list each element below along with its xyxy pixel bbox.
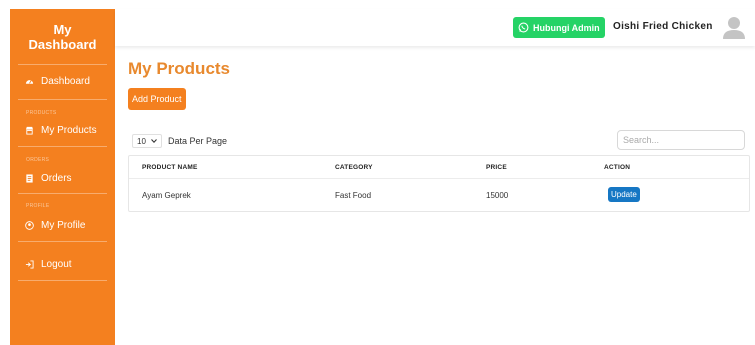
user-circle-icon [25, 221, 34, 230]
sidebar-divider [18, 146, 107, 147]
sidebar-divider [18, 193, 107, 194]
avatar[interactable] [723, 16, 745, 39]
column-header-price: PRICE [486, 164, 507, 171]
add-product-button[interactable]: Add Product [128, 88, 186, 110]
app-root: My Dashboard Dashboard PRODUCTS My Produ… [0, 0, 755, 345]
user-avatar-icon [723, 17, 745, 39]
sidebar-item-dashboard[interactable]: Dashboard [25, 76, 90, 87]
sidebar-item-orders[interactable]: Orders [25, 173, 72, 184]
topbar: Hubungi Admin Oishi Fried Chicken [115, 9, 755, 46]
page-title: My Products [128, 59, 231, 78]
contact-admin-button[interactable]: Hubungi Admin [513, 17, 605, 38]
receipt-icon [25, 174, 34, 183]
per-page-control: 10 Data Per Page [132, 134, 227, 148]
cell-price: 15000 [486, 191, 509, 200]
shop-icon [25, 126, 34, 135]
sidebar-section-products: PRODUCTS [26, 110, 57, 116]
update-button[interactable]: Update [608, 187, 640, 202]
column-header-action: ACTION [604, 164, 631, 171]
cell-product-name: Ayam Geprek [142, 191, 191, 200]
sidebar-divider [18, 99, 107, 100]
products-table: PRODUCT NAME CATEGORY PRICE ACTION Ayam … [128, 155, 750, 212]
sidebar: My Dashboard Dashboard PRODUCTS My Produ… [10, 9, 115, 345]
sidebar-section-orders: ORDERS [26, 157, 50, 163]
whatsapp-icon [518, 22, 529, 33]
search-input[interactable] [617, 130, 745, 150]
shop-name: Oishi Fried Chicken [613, 21, 713, 32]
sidebar-divider [18, 64, 107, 65]
column-header-category: CATEGORY [335, 164, 373, 171]
chevron-down-icon [151, 139, 157, 143]
sidebar-item-logout[interactable]: Logout [25, 259, 72, 270]
table-header-divider [129, 178, 749, 179]
brand-title: My Dashboard [28, 22, 97, 52]
sidebar-item-my-profile[interactable]: My Profile [25, 220, 85, 231]
cell-category: Fast Food [335, 191, 372, 200]
sidebar-divider [18, 280, 107, 281]
logout-icon [25, 260, 34, 269]
sidebar-section-profile: PROFILE [26, 203, 50, 209]
speedometer-icon [25, 77, 34, 86]
sidebar-divider [18, 241, 107, 242]
column-header-product-name: PRODUCT NAME [142, 164, 198, 171]
per-page-label: Data Per Page [168, 136, 228, 146]
sidebar-item-my-products[interactable]: My Products [25, 125, 97, 136]
per-page-select[interactable]: 10 [132, 134, 162, 148]
